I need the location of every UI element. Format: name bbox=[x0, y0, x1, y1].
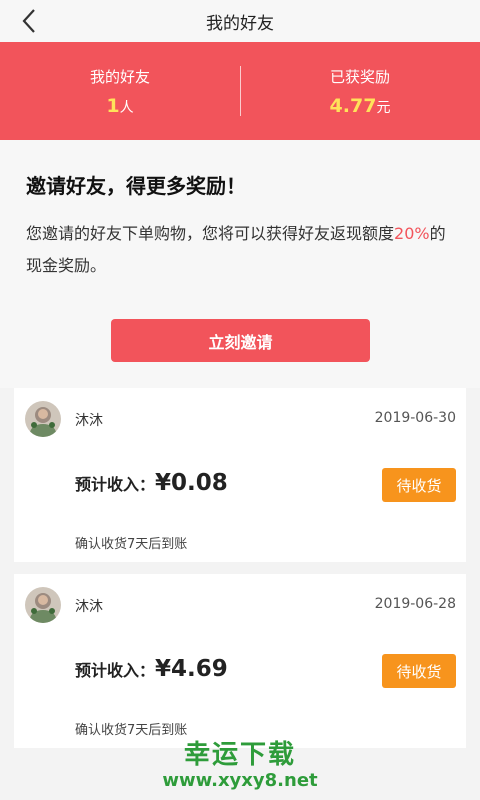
avatar bbox=[25, 587, 61, 623]
watermark-url: www.xyxy8.net bbox=[162, 770, 318, 791]
reward-record-card[interactable]: 沐沐 2019-06-30 预计收入：¥0.08 待收货 确认收货7天后到账 bbox=[14, 388, 466, 562]
invite-desc-text: 您邀请的好友下单购物，您将可以获得好友返现额度 bbox=[26, 224, 395, 243]
stats-banner: 我的好友 1人 已获奖励 4.77元 bbox=[0, 42, 480, 140]
chevron-left-icon bbox=[22, 9, 35, 33]
status-badge[interactable]: 待收货 bbox=[382, 654, 456, 688]
rewards-label: 已获奖励 bbox=[329, 67, 390, 86]
friend-name: 沐沐 bbox=[75, 599, 103, 615]
avatar bbox=[25, 401, 61, 437]
back-button[interactable] bbox=[14, 6, 44, 36]
record-date: 2019-06-30 bbox=[374, 410, 456, 426]
rewards-unit: 元 bbox=[376, 99, 391, 116]
settlement-note: 确认收货7天后到账 bbox=[75, 537, 188, 552]
app-header: 我的好友 bbox=[0, 0, 480, 42]
invite-percent: 20% bbox=[394, 224, 430, 243]
estimated-income: 预计收入：¥4.69 bbox=[75, 656, 228, 682]
rewards-stat[interactable]: 已获奖励 4.77元 bbox=[240, 66, 480, 117]
estimated-income: 预计收入：¥0.08 bbox=[75, 470, 228, 496]
rewards-amount: 4.77 bbox=[329, 94, 377, 117]
friends-stat[interactable]: 我的好友 1人 bbox=[0, 66, 240, 117]
record-date: 2019-06-28 bbox=[374, 596, 456, 612]
income-amount: ¥4.69 bbox=[155, 656, 228, 682]
friend-name: 沐沐 bbox=[75, 413, 103, 429]
invite-description: 您邀请的好友下单购物，您将可以获得好友返现额度20%的现金奖励。 bbox=[26, 218, 456, 282]
status-badge[interactable]: 待收货 bbox=[382, 468, 456, 502]
invite-now-button[interactable]: 立刻邀请 bbox=[111, 319, 370, 362]
invite-section: 邀请好友，得更多奖励！ 您邀请的好友下单购物，您将可以获得好友返现额度20%的现… bbox=[0, 140, 480, 388]
income-label: 预计收入： bbox=[75, 661, 156, 680]
stats-divider bbox=[240, 66, 241, 116]
page-title: 我的好友 bbox=[206, 13, 274, 34]
income-label: 预计收入： bbox=[75, 475, 156, 494]
friends-label: 我的好友 bbox=[89, 67, 150, 86]
income-amount: ¥0.08 bbox=[155, 470, 228, 496]
invite-heading: 邀请好友，得更多奖励！ bbox=[26, 174, 246, 198]
friends-count: 1 bbox=[106, 94, 120, 117]
friends-unit: 人 bbox=[119, 99, 134, 116]
reward-record-card[interactable]: 沐沐 2019-06-28 预计收入：¥4.69 待收货 确认收货7天后到账 bbox=[14, 574, 466, 748]
watermark-title: 幸运下载 bbox=[183, 740, 296, 770]
